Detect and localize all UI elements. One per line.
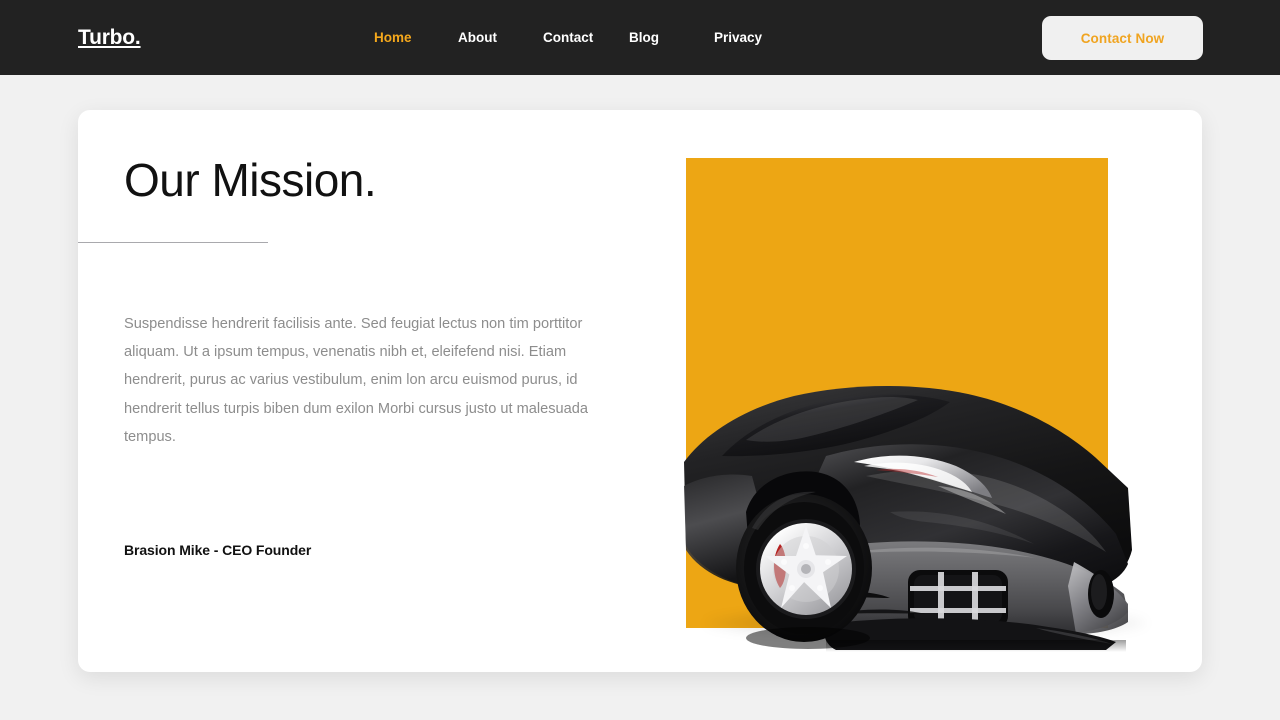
media-block: [686, 158, 1202, 672]
nav-item-blog[interactable]: Blog: [629, 30, 714, 45]
mission-card: Our Mission. Suspendisse hendrerit facil…: [78, 110, 1202, 672]
page-title: Our Mission.: [124, 155, 376, 206]
nav-link-home[interactable]: Home: [374, 30, 458, 45]
mission-body-text: Suspendisse hendrerit facilisis ante. Se…: [124, 310, 624, 451]
nav-item-contact[interactable]: Contact: [543, 30, 629, 45]
sports-car-image: [676, 336, 1176, 656]
sports-car-illustration: [676, 336, 1176, 656]
author-signature: Brasion Mike - CEO Founder: [124, 542, 311, 558]
nav-link-about[interactable]: About: [458, 30, 543, 45]
main-nav-list: Home About Contact Blog Privacy: [374, 30, 784, 45]
nav-link-privacy[interactable]: Privacy: [714, 30, 784, 45]
nav-item-privacy[interactable]: Privacy: [714, 30, 784, 45]
contact-now-button[interactable]: Contact Now: [1042, 16, 1203, 60]
title-divider: [78, 242, 268, 243]
top-navigation-bar: Turbo. Home About Contact Blog Privacy C…: [0, 0, 1280, 75]
site-logo[interactable]: Turbo.: [78, 27, 141, 48]
nav-item-home[interactable]: Home: [374, 30, 458, 45]
nav-link-contact[interactable]: Contact: [543, 30, 629, 45]
nav-item-about[interactable]: About: [458, 30, 543, 45]
nav-link-blog[interactable]: Blog: [629, 30, 714, 45]
